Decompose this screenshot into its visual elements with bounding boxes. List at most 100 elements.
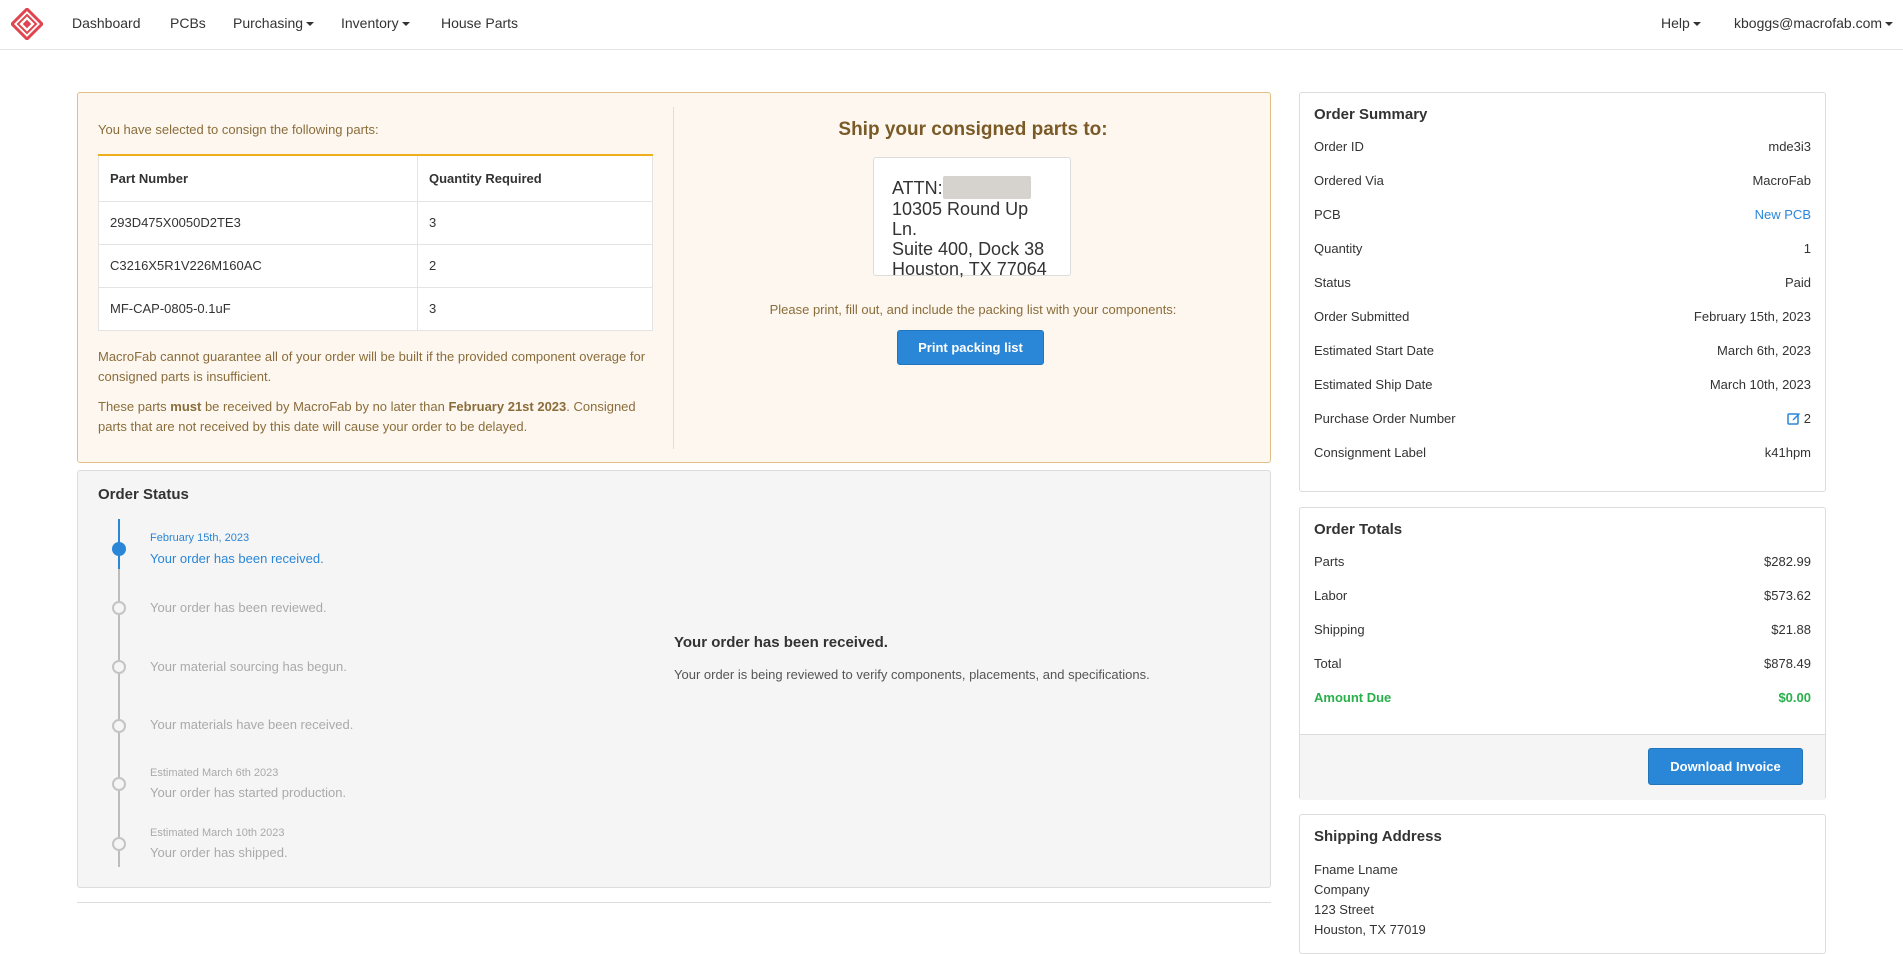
summary-label: Order ID bbox=[1314, 139, 1364, 154]
packing-instructions: Please print, fill out, and include the … bbox=[769, 302, 1177, 317]
print-packing-list-button[interactable]: Print packing list bbox=[897, 330, 1044, 365]
po-number: 2 bbox=[1803, 411, 1811, 426]
summary-value: mde3i3 bbox=[1768, 139, 1811, 154]
summary-row-ordered-via: Ordered Via MacroFab bbox=[1314, 173, 1811, 193]
summary-row-status: Status Paid bbox=[1314, 275, 1811, 295]
table-row: C3216X5R1V226M160AC 2 bbox=[98, 243, 653, 288]
deadline-warning: These parts must be received by MacroFab… bbox=[98, 397, 658, 437]
pcb-link[interactable]: New PCB bbox=[1755, 207, 1811, 222]
timeline-dot-production bbox=[112, 777, 126, 791]
timeline-date: February 15th, 2023 bbox=[150, 532, 250, 544]
timeline-date: Estimated March 10th 2023 bbox=[150, 827, 285, 839]
totals-label: Shipping bbox=[1314, 622, 1365, 637]
consignment-panel: You have selected to consign the followi… bbox=[77, 92, 1271, 463]
shipping-address-title: Shipping Address bbox=[1314, 828, 1442, 845]
current-status-heading: Your order has been received. bbox=[674, 634, 888, 651]
address-line-2: Suite 400, Dock 38 bbox=[892, 239, 1045, 259]
shipping-street: 123 Street bbox=[1314, 902, 1374, 917]
order-summary-panel: Order Summary Order ID mde3i3 Ordered Via… bbox=[1299, 92, 1826, 492]
deadline-text-c: be received by MacroFab by no later than bbox=[201, 399, 449, 414]
deadline-text-a: These parts bbox=[98, 399, 171, 414]
caret-down-icon bbox=[1692, 22, 1701, 27]
nav-house-parts[interactable]: House Parts bbox=[441, 15, 518, 31]
summary-label: Ordered Via bbox=[1314, 173, 1384, 188]
panel-divider bbox=[673, 107, 674, 449]
summary-row-est-start: Estimated Start Date March 6th, 2023 bbox=[1314, 343, 1811, 363]
summary-label: Status bbox=[1314, 275, 1351, 290]
table-row: 293D475X0050D2TE3 3 bbox=[98, 200, 653, 245]
overage-warning: MacroFab cannot guarantee all of your or… bbox=[98, 349, 646, 384]
summary-row-po-number: Purchase Order Number 2 bbox=[1314, 411, 1811, 431]
summary-row-order-id: Order ID mde3i3 bbox=[1314, 139, 1811, 159]
summary-value: MacroFab bbox=[1752, 173, 1811, 188]
timeline-step-sourcing: Your material sourcing has begun. bbox=[150, 659, 347, 674]
po-number-value: 2 bbox=[1787, 411, 1811, 426]
column-header-quantity: Quantity Required bbox=[417, 154, 653, 202]
consign-intro: You have selected to consign the followi… bbox=[98, 122, 379, 137]
macrofab-logo-icon[interactable] bbox=[11, 8, 43, 40]
summary-label: Purchase Order Number bbox=[1314, 411, 1456, 426]
amount-due-value: $0.00 bbox=[1778, 690, 1811, 705]
summary-label: Quantity bbox=[1314, 241, 1363, 256]
ship-to-heading: Ship your consigned parts to: bbox=[838, 119, 1108, 140]
caret-down-icon bbox=[401, 22, 410, 27]
totals-value: $21.88 bbox=[1771, 622, 1811, 637]
nav-inventory-label: Inventory bbox=[341, 15, 399, 31]
summary-value: Paid bbox=[1784, 275, 1811, 290]
totals-label: Labor bbox=[1314, 588, 1348, 603]
timeline-dot-shipped bbox=[112, 837, 126, 851]
totals-footer: Download Invoice bbox=[1300, 734, 1825, 800]
summary-label: Consignment Label bbox=[1314, 445, 1427, 460]
nav-help-label: Help bbox=[1661, 15, 1690, 31]
top-navbar: Dashboard PCBs Purchasing Inventory Hous… bbox=[0, 0, 1903, 50]
summary-label: PCB bbox=[1314, 207, 1341, 222]
summary-value: February 15th, 2023 bbox=[1693, 309, 1811, 324]
summary-value: 1 bbox=[1803, 241, 1811, 256]
shipping-address-panel: Shipping Address Fname Lname Company 123… bbox=[1299, 814, 1826, 954]
totals-row-labor: Labor $573.62 bbox=[1314, 588, 1811, 608]
quantity-cell: 3 bbox=[417, 286, 653, 331]
nav-dashboard[interactable]: Dashboard bbox=[72, 15, 141, 31]
amount-due-label: Amount Due bbox=[1314, 690, 1392, 705]
caret-down-icon bbox=[306, 22, 315, 27]
part-number-cell: C3216X5R1V226M160AC bbox=[98, 243, 418, 288]
consigned-parts-table: Part Number Quantity Required 293D475X00… bbox=[98, 154, 653, 331]
shipping-name: Fname Lname bbox=[1314, 862, 1398, 877]
nav-purchasing[interactable]: Purchasing bbox=[233, 15, 315, 31]
attn-label: ATTN: bbox=[892, 178, 943, 198]
totals-value: $878.49 bbox=[1764, 656, 1811, 671]
totals-label: Total bbox=[1314, 656, 1342, 671]
address-attn-line: ATTN: bbox=[892, 176, 1052, 199]
summary-value: k41hpm bbox=[1764, 445, 1811, 460]
timeline-dot-materials bbox=[112, 719, 126, 733]
totals-row-shipping: Shipping $21.88 bbox=[1314, 622, 1811, 642]
quantity-cell: 2 bbox=[417, 243, 653, 288]
timeline-dot-sourcing bbox=[112, 660, 126, 674]
part-number-cell: MF-CAP-0805-0.1uF bbox=[98, 286, 418, 331]
section-divider bbox=[77, 902, 1271, 903]
totals-value: $282.99 bbox=[1764, 554, 1811, 569]
summary-label: Estimated Ship Date bbox=[1314, 377, 1433, 392]
timeline-step-materials: Your materials have been received. bbox=[150, 717, 354, 732]
part-number-cell: 293D475X0050D2TE3 bbox=[98, 200, 418, 245]
nav-user-menu[interactable]: kboggs@macrofab.com bbox=[1734, 15, 1894, 31]
edit-icon[interactable] bbox=[1787, 411, 1801, 425]
table-header-row: Part Number Quantity Required bbox=[98, 154, 653, 202]
summary-value: March 6th, 2023 bbox=[1717, 343, 1811, 358]
order-status-title: Order Status bbox=[98, 486, 189, 503]
nav-inventory[interactable]: Inventory bbox=[341, 15, 410, 31]
nav-pcbs[interactable]: PCBs bbox=[170, 15, 206, 31]
timeline-step-received: Your order has been received. bbox=[150, 551, 324, 566]
summary-label: Order Submitted bbox=[1314, 309, 1410, 324]
totals-row-parts: Parts $282.99 bbox=[1314, 554, 1811, 574]
summary-row-est-ship: Estimated Ship Date March 10th, 2023 bbox=[1314, 377, 1811, 397]
shipping-city: Houston, TX 77019 bbox=[1314, 922, 1426, 937]
timeline-step-production: Your order has started production. bbox=[150, 785, 347, 800]
nav-help[interactable]: Help bbox=[1661, 15, 1701, 31]
totals-label: Parts bbox=[1314, 554, 1345, 569]
order-status-panel: Order Status February 15th, 2023 Your or… bbox=[77, 470, 1271, 888]
summary-row-quantity: Quantity 1 bbox=[1314, 241, 1811, 261]
download-invoice-button[interactable]: Download Invoice bbox=[1648, 748, 1803, 785]
redacted-name bbox=[942, 176, 1031, 199]
shipping-company: Company bbox=[1314, 882, 1370, 897]
